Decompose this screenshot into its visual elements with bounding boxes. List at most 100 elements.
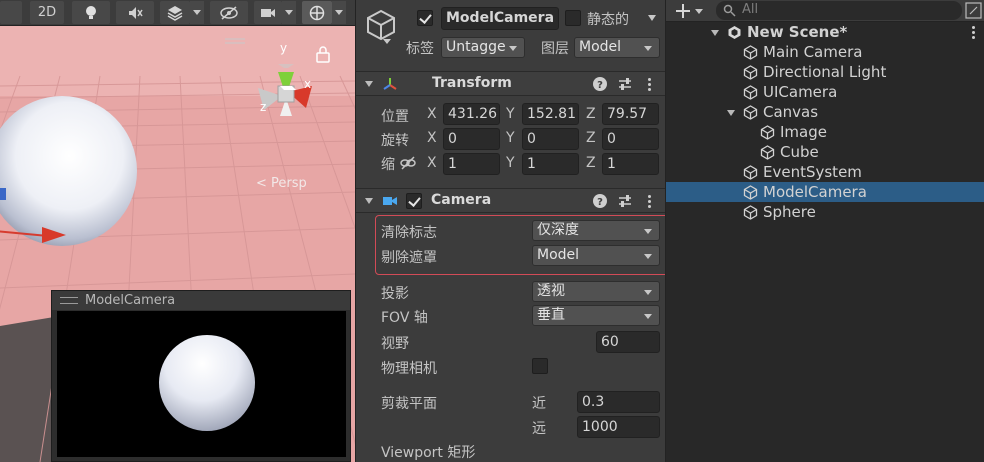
rotation-x-axis[interactable]: X [427, 130, 437, 146]
icon-picker-arrow[interactable] [383, 39, 391, 44]
camera-context-menu-icon[interactable] [647, 195, 651, 209]
tag-label: 标签 [406, 41, 434, 57]
rotation-y-field[interactable]: 0 [522, 128, 579, 150]
search-placeholder: All [742, 2, 759, 17]
scale-z-axis[interactable]: Z [586, 155, 596, 171]
hierarchy-item-label: Cube [780, 143, 819, 161]
camera-dropdown-arrow[interactable] [282, 1, 296, 24]
hierarchy-panel: All New Scene* Main Camera Directional Li… [666, 0, 984, 462]
fov-axis-label: FOV 轴 [381, 310, 428, 326]
far-label: 远 [532, 421, 546, 437]
rotation-y-axis[interactable]: Y [506, 130, 515, 146]
gameobject-active-checkbox[interactable] [417, 10, 433, 26]
hierarchy-item[interactable]: Directional Light [666, 62, 984, 82]
hierarchy-item[interactable]: UICamera [666, 82, 984, 102]
position-label: 位置 [381, 109, 409, 125]
audio-toggle-button[interactable] [116, 1, 154, 24]
transform-title: Transform [432, 75, 512, 91]
projection-dropdown[interactable]: 透视 [532, 281, 660, 302]
effects-button[interactable] [160, 1, 190, 24]
near-label: 近 [532, 396, 546, 412]
shading-mode-button[interactable] [0, 1, 22, 24]
rotation-z-field[interactable]: 0 [602, 128, 659, 150]
culling-mask-label: 剔除遮罩 [381, 250, 437, 266]
expand-arrow-icon[interactable] [727, 110, 735, 116]
scale-z-field[interactable]: 1 [602, 153, 659, 175]
hierarchy-item-label: Directional Light [763, 63, 887, 81]
camera-preview-render [57, 311, 346, 457]
position-y-axis[interactable]: Y [506, 106, 515, 122]
camera-settings-button[interactable] [254, 1, 282, 24]
physical-camera-checkbox[interactable] [532, 358, 548, 374]
hierarchy-item-label: Canvas [763, 103, 819, 121]
rotation-z-axis[interactable]: Z [586, 130, 596, 146]
preset-sliders-icon[interactable] [617, 193, 633, 209]
hierarchy-item[interactable]: ModelCamera [666, 182, 984, 202]
gameobject-name-field[interactable]: ModelCamera [441, 7, 559, 30]
gizmos-dropdown-arrow[interactable] [332, 1, 346, 24]
hierarchy-item[interactable]: Cube [666, 142, 984, 162]
scale-x-field[interactable]: 1 [443, 153, 500, 175]
scale-y-axis[interactable]: Y [506, 155, 515, 171]
create-dropdown-arrow[interactable] [695, 9, 703, 14]
scale-x-axis[interactable]: X [427, 155, 437, 171]
far-clip-field[interactable]: 1000 [577, 416, 660, 438]
position-y-field[interactable]: 152.81 [522, 103, 579, 125]
transform-foldout-arrow[interactable] [365, 81, 373, 87]
position-z-field[interactable]: 79.57 [602, 103, 659, 125]
drag-handle-icon[interactable] [60, 297, 78, 304]
fov-field[interactable]: 60 [596, 331, 660, 353]
clipping-planes-label: 剪裁平面 [381, 396, 437, 412]
scene-toolbar: 2D [0, 0, 355, 26]
scale-y-field[interactable]: 1 [522, 153, 579, 175]
constrain-proportions-icon[interactable] [400, 156, 416, 170]
scene-expand-arrow[interactable] [711, 30, 719, 36]
help-icon[interactable]: ? [592, 193, 608, 209]
hierarchy-item[interactable]: EventSystem [666, 162, 984, 182]
tag-dropdown[interactable]: Untagge [441, 37, 525, 58]
static-label: 静态的 [587, 12, 629, 28]
transform-context-menu-icon[interactable] [647, 78, 651, 92]
rotation-x-field[interactable]: 0 [443, 128, 500, 150]
physical-camera-label: 物理相机 [381, 361, 437, 377]
camera-preview-title[interactable]: ModelCamera [52, 291, 350, 310]
preset-sliders-icon[interactable] [617, 76, 633, 92]
fov-axis-dropdown[interactable]: 垂直 [532, 305, 660, 326]
camera-preview-window: ModelCamera [51, 290, 351, 462]
visibility-toggle-button[interactable] [210, 1, 248, 24]
effects-dropdown-arrow[interactable] [190, 1, 204, 24]
position-x-axis[interactable]: X [427, 106, 437, 122]
persp-label[interactable]: < Persp [256, 176, 307, 191]
maximize-icon[interactable] [965, 2, 982, 19]
scene-context-menu-icon[interactable] [971, 26, 975, 40]
layer-dropdown[interactable]: Model [574, 37, 660, 58]
scene-view[interactable]: y x z < Persp 2D ModelCamera [0, 0, 355, 462]
camera-foldout-arrow[interactable] [365, 198, 373, 204]
transform-header[interactable]: Transform ? [356, 71, 665, 96]
2d-toggle-button[interactable]: 2D [30, 1, 64, 24]
fov-label: 视野 [381, 336, 409, 352]
near-clip-field[interactable]: 0.3 [577, 391, 660, 413]
hierarchy-item[interactable]: Image [666, 122, 984, 142]
hierarchy-item[interactable]: Main Camera [666, 42, 984, 62]
plus-icon[interactable] [675, 3, 691, 19]
camera-enabled-checkbox[interactable] [406, 193, 422, 209]
camera-header[interactable]: Camera ? [356, 188, 665, 213]
gameobject-cube-icon [364, 8, 398, 42]
hierarchy-item[interactable]: Sphere [666, 202, 984, 222]
projection-label: 投影 [381, 286, 409, 302]
culling-mask-dropdown[interactable]: Model [532, 245, 660, 266]
scale-label: 缩 [381, 157, 395, 173]
help-icon[interactable]: ? [592, 76, 608, 92]
static-dropdown-arrow[interactable] [648, 15, 656, 21]
position-z-axis[interactable]: Z [586, 106, 596, 122]
lighting-toggle-button[interactable] [72, 1, 110, 24]
gizmos-button[interactable] [302, 1, 332, 24]
hierarchy-search-input[interactable]: All [716, 1, 962, 20]
static-checkbox[interactable] [565, 10, 581, 26]
scene-root-row[interactable]: New Scene* [666, 22, 984, 42]
layers-effects-icon [167, 5, 183, 21]
position-x-field[interactable]: 431.26 [443, 103, 500, 125]
clear-flags-dropdown[interactable]: 仅深度 [532, 220, 660, 241]
hierarchy-item[interactable]: Canvas [666, 102, 984, 122]
